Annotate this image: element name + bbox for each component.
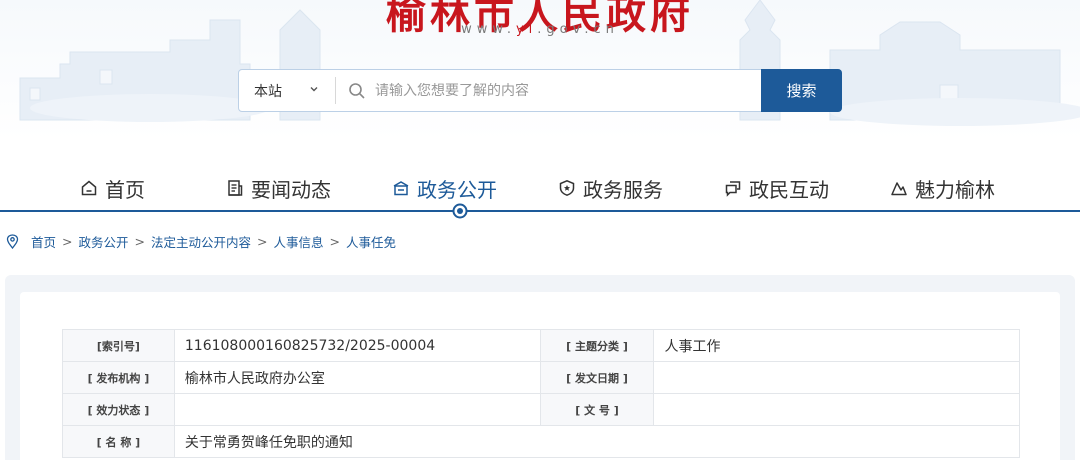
nav-item-charm-yulin[interactable]: 魅力榆林 bbox=[890, 170, 995, 206]
nav-underline bbox=[0, 210, 1080, 212]
validity-status-value bbox=[173, 393, 541, 426]
document-name-label: [ 名 称 ] bbox=[62, 425, 175, 458]
breadcrumb-separator: > bbox=[134, 233, 145, 249]
home-icon bbox=[81, 180, 97, 196]
breadcrumb-statutory-disclosure[interactable]: 法定主动公开内容 bbox=[151, 232, 251, 251]
validity-status-label: [ 效力状态 ] bbox=[62, 393, 175, 426]
document-number-label: [ 文 号 ] bbox=[539, 393, 655, 426]
main-nav: 首页 要闻动态 政务公开 政务服务 政民互动 魅力榆林 bbox=[0, 170, 1080, 212]
table-row: [ 名 称 ] 关于常勇贺峰任免职的通知 bbox=[62, 425, 1021, 458]
chat-icon bbox=[725, 181, 741, 197]
table-row: [ 发布机构 ] 榆林市人民政府办公室 [ 发文日期 ] bbox=[62, 361, 1020, 394]
nav-item-label: 首页 bbox=[105, 177, 145, 202]
search-icon bbox=[349, 82, 365, 99]
shield-icon bbox=[559, 179, 575, 196]
nav-item-label: 政务服务 bbox=[583, 177, 663, 202]
document-number-value bbox=[653, 393, 1020, 426]
document-metadata-table: [索引号] 11610800016082573​2/2025-00004 [ 主… bbox=[62, 329, 1021, 458]
breadcrumb: 首页 > 政务公开 > 法定主动公开内容 > 人事信息 > 人事任免 bbox=[6, 232, 396, 250]
table-row: [索引号] 11610800016082573​2/2025-00004 [ 主… bbox=[62, 329, 1020, 362]
nav-item-home[interactable]: 首页 bbox=[80, 170, 145, 206]
topic-category-value: 人事工作 bbox=[653, 329, 1020, 362]
publisher-value: 榆林市人民政府办公室 bbox=[173, 361, 541, 394]
breadcrumb-appointments[interactable]: 人事任免 bbox=[346, 232, 396, 251]
breadcrumb-separator: > bbox=[62, 233, 73, 249]
breadcrumb-separator: > bbox=[329, 233, 340, 249]
table-row: [ 效力状态 ] [ 文 号 ] bbox=[62, 393, 1020, 426]
issue-date-label: [ 发文日期 ] bbox=[539, 361, 655, 394]
site-url: www.yl.gov.cn bbox=[461, 22, 619, 37]
search-bar: 本站 搜索 bbox=[238, 69, 842, 112]
nav-item-label: 政民互动 bbox=[749, 177, 829, 202]
breadcrumb-government-affairs[interactable]: 政务公开 bbox=[79, 232, 129, 251]
breadcrumb-home[interactable]: 首页 bbox=[31, 232, 56, 251]
index-number-label: [索引号] bbox=[62, 329, 175, 362]
nav-item-label: 政务公开 bbox=[417, 177, 497, 202]
search-field bbox=[336, 70, 761, 111]
index-number-value: 11610800016082573​2/2025-00004 bbox=[173, 329, 541, 362]
chevron-down-icon bbox=[310, 87, 318, 92]
issue-date-value bbox=[653, 361, 1020, 394]
topic-category-label: [ 主题分类 ] bbox=[539, 329, 655, 362]
location-pin-icon bbox=[6, 233, 19, 249]
nav-item-interaction[interactable]: 政民互动 bbox=[724, 170, 829, 206]
nav-item-label: 魅力榆林 bbox=[915, 177, 995, 202]
breadcrumb-separator: > bbox=[257, 233, 268, 249]
search-input[interactable] bbox=[375, 82, 735, 99]
news-icon bbox=[228, 180, 243, 196]
nav-item-government-affairs[interactable]: 政务公开 bbox=[392, 170, 497, 206]
nav-item-label: 要闻动态 bbox=[251, 177, 331, 202]
mountain-icon bbox=[891, 182, 907, 196]
nav-item-services[interactable]: 政务服务 bbox=[558, 170, 663, 206]
breadcrumb-personnel-info[interactable]: 人事信息 bbox=[274, 232, 324, 251]
search-scope-select[interactable]: 本站 bbox=[239, 70, 335, 111]
document-name-value: 关于常勇贺峰任免职的通知 bbox=[173, 425, 1021, 458]
active-nav-marker-icon bbox=[452, 203, 468, 219]
government-icon bbox=[393, 181, 409, 196]
publisher-label: [ 发布机构 ] bbox=[62, 361, 175, 394]
search-button[interactable]: 搜索 bbox=[761, 69, 842, 112]
nav-item-news[interactable]: 要闻动态 bbox=[226, 170, 331, 206]
search-scope-label: 本站 bbox=[254, 83, 282, 100]
